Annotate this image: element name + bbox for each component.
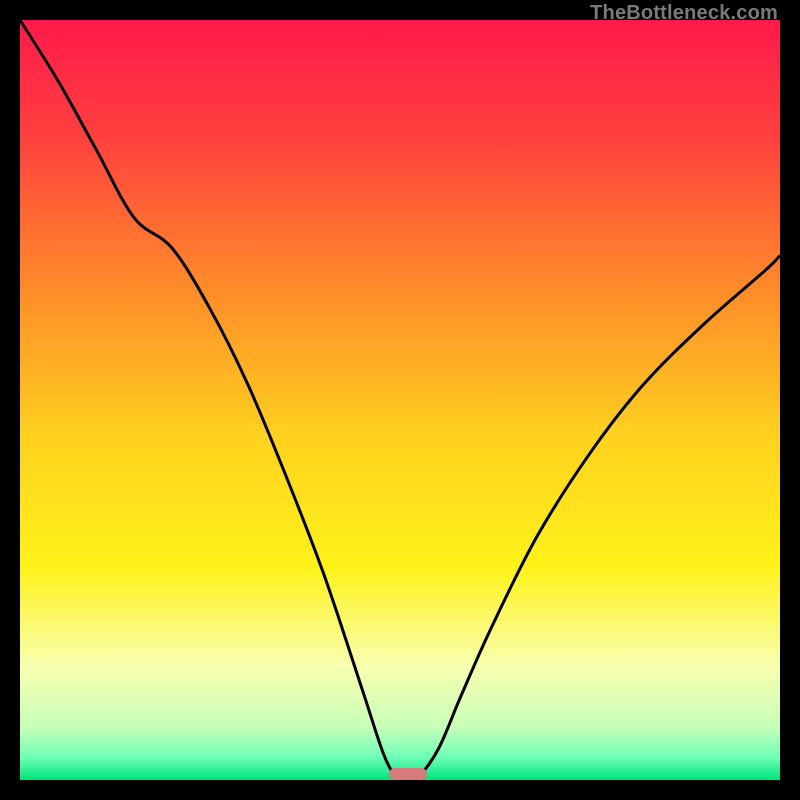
curve-layer bbox=[20, 20, 780, 780]
watermark-text: TheBottleneck.com bbox=[590, 2, 778, 25]
chart-frame: TheBottleneck.com bbox=[0, 0, 800, 800]
plot-area bbox=[20, 20, 780, 780]
optimum-marker bbox=[389, 768, 427, 780]
bottleneck-curve bbox=[20, 20, 780, 783]
